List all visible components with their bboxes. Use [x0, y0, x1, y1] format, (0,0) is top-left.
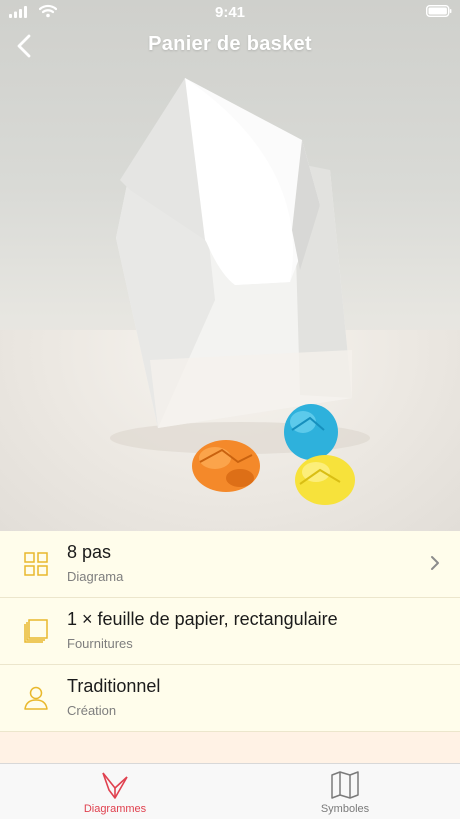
chevron-left-icon — [17, 34, 31, 58]
steps-title: 8 pas — [67, 542, 112, 562]
creator-row: Traditionnel Création — [0, 665, 460, 732]
back-button[interactable] — [6, 26, 42, 66]
user-icon — [24, 686, 48, 710]
details-list: 8 pas Diagrama 1 × feuille de papier, re… — [0, 531, 460, 732]
tab-diagrammes-label: Diagrammes — [83, 803, 147, 815]
origami-basket-illustration — [110, 78, 370, 505]
orange-paper-ball — [192, 440, 260, 492]
bottom-band — [0, 732, 460, 763]
supplies-title: 1 × feuille de papier, rectangulaire — [67, 609, 338, 629]
tab-diagrammes[interactable]: Diagrammes — [0, 764, 230, 819]
blue-paper-ball — [284, 404, 338, 460]
grid-icon — [24, 552, 48, 576]
map-icon — [331, 771, 359, 799]
supplies-subtitle: Fournitures — [67, 636, 133, 651]
steps-subtitle: Diagrama — [67, 569, 124, 584]
supplies-row: 1 × feuille de papier, rectangulaire Fou… — [0, 598, 460, 665]
tab-symboles-label: Symboles — [320, 803, 370, 815]
page-title: Panier de basket — [148, 33, 312, 55]
steps-row[interactable]: 8 pas Diagrama — [0, 531, 460, 598]
status-time: 9:41 — [214, 4, 246, 21]
yellow-paper-ball — [295, 455, 355, 505]
navigation-bar: Panier de basket — [0, 26, 460, 66]
battery-icon — [426, 5, 452, 17]
tab-symboles[interactable]: Symboles — [230, 764, 460, 819]
chevron-right-icon — [431, 556, 439, 570]
paper-stack-icon — [24, 619, 48, 643]
creator-title: Traditionnel — [67, 676, 161, 696]
creator-subtitle: Création — [67, 703, 117, 718]
hero-photo: 9:41 Panier de basket — [0, 0, 460, 531]
tab-bar: Diagrammes Symboles — [0, 763, 460, 819]
origami-logo-icon — [102, 772, 128, 799]
status-bar: 9:41 — [0, 0, 460, 24]
